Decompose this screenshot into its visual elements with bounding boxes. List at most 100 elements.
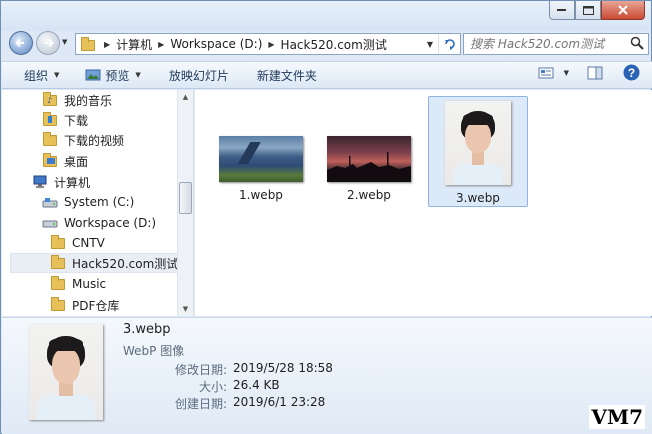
nav-item-computer[interactable]: 计算机	[32, 172, 90, 192]
search-icon[interactable]	[630, 36, 644, 50]
preview-menu[interactable]: 预览 ▼	[75, 63, 150, 87]
new-folder-button[interactable]: 新建文件夹	[247, 63, 327, 87]
nav-item-downloads[interactable]: 下载	[42, 110, 88, 130]
minimize-button[interactable]	[549, 1, 575, 20]
nav-item-label: 计算机	[54, 175, 91, 190]
nav-scrollbar[interactable]: ▲ ▼	[177, 90, 193, 316]
nav-item-label: 我的音乐	[64, 93, 113, 108]
details-size-row: 大小: 26.4 KB	[123, 378, 363, 394]
portrait-photo-thumbnail	[445, 101, 511, 185]
file-item[interactable]: 2.webp	[323, 136, 415, 202]
close-icon	[618, 5, 628, 15]
nav-item-cntv[interactable]: CNTV	[50, 233, 105, 253]
breadcrumb-workspace[interactable]: Workspace (D:)	[170, 37, 262, 51]
file-name: 3.webp	[456, 191, 500, 205]
nav-item-pdf-warehouse[interactable]: PDF仓库	[50, 295, 119, 315]
address-row: ▼ ▶ 计算机 ▶ Workspace (D:) ▶ Hack520.com测试…	[5, 31, 649, 57]
close-button[interactable]	[601, 1, 645, 20]
details-created-row: 创建日期: 2019/6/1 23:28	[123, 395, 363, 411]
size-value: 26.4 KB	[233, 378, 280, 392]
file-item[interactable]: 1.webp	[215, 136, 307, 202]
new-folder-label: 新建文件夹	[256, 68, 317, 83]
desktop-folder-icon	[42, 153, 58, 169]
file-list[interactable]: 1.webp 2.webp 3.webp	[195, 90, 652, 316]
slideshow-label: 放映幻灯片	[168, 68, 229, 83]
breadcrumb-current-folder[interactable]: Hack520.com测试	[281, 36, 387, 53]
help-button[interactable]: ?	[613, 64, 646, 81]
refresh-button[interactable]	[438, 34, 460, 54]
preview-label: 预览	[105, 68, 130, 83]
system-drive-icon	[42, 194, 58, 210]
organize-label: 组织	[24, 68, 49, 83]
refresh-icon	[444, 39, 455, 50]
breadcrumb-separator[interactable]: ▶	[104, 40, 110, 49]
file-name: 1.webp	[239, 188, 283, 202]
modified-label: 修改日期:	[174, 363, 227, 377]
breadcrumb-separator[interactable]: ▶	[158, 40, 164, 49]
watermark-logo: VM7	[589, 405, 645, 429]
modified-value[interactable]: 2019/5/28 18:58	[233, 361, 333, 375]
command-bar: 组织 ▼ 预览 ▼ 放映幻灯片 新建文件夹 ▼ ?	[2, 61, 652, 89]
fjord-landscape-thumbnail	[219, 136, 303, 182]
nav-item-label: Music	[72, 277, 107, 291]
scroll-down-button[interactable]: ▼	[178, 302, 193, 316]
preview-pane-button[interactable]	[581, 66, 609, 80]
drive-icon	[42, 215, 58, 231]
chevron-down-icon: ▼	[54, 71, 60, 79]
nav-item-label: Workspace (D:)	[64, 216, 157, 230]
preview-pane-icon	[587, 66, 603, 79]
svg-text:?: ?	[628, 66, 635, 80]
nav-item-my-music[interactable]: ♪ 我的音乐	[42, 90, 112, 110]
download-folder-icon	[42, 112, 58, 128]
nav-item-label: CNTV	[72, 236, 105, 250]
nav-item-workspace-d[interactable]: Workspace (D:)	[42, 213, 156, 233]
address-dropdown-button[interactable]: ▼	[422, 34, 438, 54]
explorer-window: ▼ ▶ 计算机 ▶ Workspace (D:) ▶ Hack520.com测试…	[0, 0, 652, 434]
view-options-icon	[538, 67, 554, 78]
change-view-button[interactable]	[534, 66, 558, 80]
forward-arrow-icon	[45, 38, 54, 48]
created-value[interactable]: 2019/6/1 23:28	[233, 395, 325, 409]
folder-icon	[50, 255, 66, 271]
search-input[interactable]	[464, 34, 624, 54]
back-arrow-icon	[15, 38, 24, 48]
nav-item-hack520-test[interactable]: Hack520.com测试	[10, 253, 180, 273]
address-bar[interactable]: ▶ 计算机 ▶ Workspace (D:) ▶ Hack520.com测试 ▼	[75, 33, 461, 55]
sunset-sky-thumbnail	[327, 136, 411, 182]
breadcrumb-computer[interactable]: 计算机	[116, 36, 152, 53]
nav-item-desktop[interactable]: 桌面	[42, 151, 88, 171]
back-button[interactable]	[9, 31, 33, 55]
details-pane: 3.webp WebP 图像 修改日期: 2019/5/28 18:58 大小:…	[2, 317, 652, 434]
file-item-selected[interactable]: 3.webp	[428, 96, 528, 207]
file-name: 2.webp	[347, 188, 391, 202]
music-folder-icon: ♪	[42, 92, 58, 108]
navigation-pane[interactable]: ♪ 我的音乐 下载 下载的视频 桌面 计算机 System (C:) Works…	[2, 90, 194, 316]
nav-item-music[interactable]: Music	[50, 274, 106, 294]
nav-item-system-c[interactable]: System (C:)	[42, 192, 134, 212]
caption-buttons	[549, 1, 645, 21]
help-icon: ?	[623, 64, 640, 81]
nav-item-label: 下载的视频	[64, 133, 125, 148]
recent-pages-dropdown[interactable]: ▼	[62, 38, 67, 46]
view-options-dropdown[interactable]: ▼	[562, 69, 577, 77]
folder-icon	[80, 37, 96, 51]
forward-button[interactable]	[36, 31, 60, 55]
maximize-button[interactable]	[575, 1, 601, 20]
slideshow-button[interactable]: 放映幻灯片	[159, 63, 239, 87]
nav-item-label: System (C:)	[64, 195, 135, 209]
computer-icon	[32, 174, 48, 190]
scroll-thumb[interactable]	[179, 182, 192, 214]
folder-icon	[50, 297, 66, 313]
details-file-name: 3.webp	[123, 322, 171, 337]
created-label: 创建日期:	[174, 397, 227, 411]
search-box[interactable]	[463, 33, 649, 55]
scroll-up-button[interactable]: ▲	[178, 90, 193, 104]
breadcrumb-separator[interactable]: ▶	[268, 40, 274, 49]
folder-icon	[50, 235, 66, 251]
organize-menu[interactable]: 组织 ▼	[14, 63, 69, 87]
maximize-icon	[582, 5, 594, 15]
nav-item-label: 桌面	[64, 154, 89, 169]
chevron-down-icon: ▼	[135, 71, 141, 79]
size-label: 大小:	[198, 380, 227, 394]
nav-item-downloaded-videos[interactable]: 下载的视频	[42, 130, 124, 150]
